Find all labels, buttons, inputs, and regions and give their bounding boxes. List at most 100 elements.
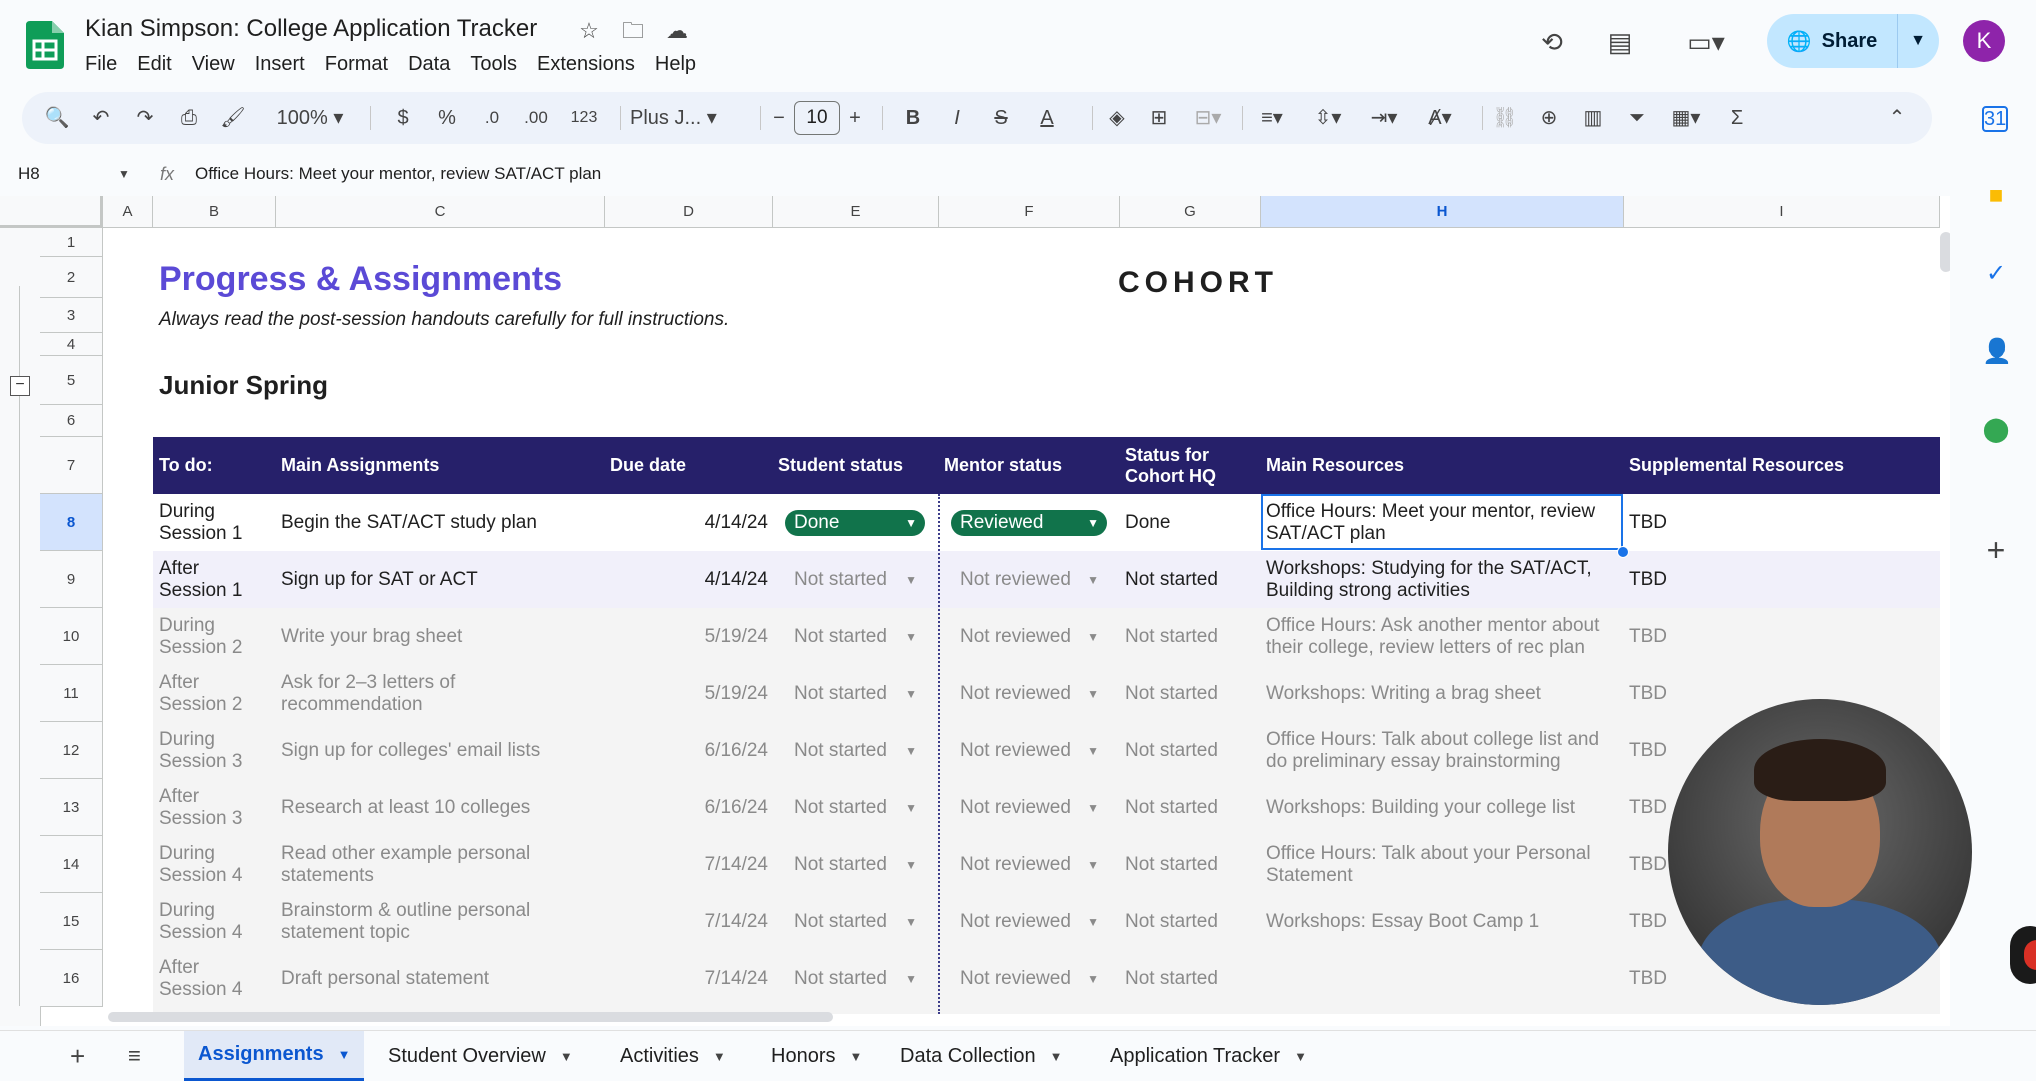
row-header-5[interactable]: 5	[40, 356, 103, 405]
row-header-8[interactable]: 8	[40, 494, 103, 551]
row-header-10[interactable]: 10	[40, 608, 103, 665]
text-rotation-icon[interactable]: Ⱥ▾	[1418, 92, 1462, 144]
cell-due[interactable]: 7/14/24	[610, 950, 768, 1007]
dropdown-caret-icon[interactable]: ▼	[905, 510, 917, 536]
cell-resources[interactable]	[1266, 950, 1616, 1007]
add-sheet-icon[interactable]: +	[70, 1031, 85, 1081]
text-color-icon[interactable]: A	[1030, 92, 1064, 144]
vertical-scrollbar[interactable]	[1940, 232, 1950, 272]
cell-hq[interactable]: Not started	[1125, 608, 1255, 665]
dropdown-caret-icon[interactable]: ▼	[1087, 909, 1099, 935]
student-status-dropdown[interactable]: Not started ▼	[785, 567, 925, 593]
redo-icon[interactable]: ↷	[130, 92, 160, 144]
tab-dropdown-icon[interactable]: ▼	[849, 1049, 862, 1064]
move-folder-icon[interactable]: 🗀	[620, 18, 646, 44]
student-status-dropdown[interactable]: Not started ▼	[785, 795, 925, 821]
font-size-input[interactable]: 10	[794, 101, 840, 135]
dropdown-caret-icon[interactable]: ▼	[905, 852, 917, 878]
cell-todo[interactable]: After Session 3	[159, 779, 269, 836]
dropdown-caret-icon[interactable]: ▼	[905, 909, 917, 935]
account-avatar[interactable]: K	[1963, 20, 2005, 62]
selected-cell-h8[interactable]	[1261, 494, 1623, 550]
menu-insert[interactable]: Insert	[255, 51, 315, 78]
cell-todo[interactable]: During Session 2	[159, 608, 269, 665]
cell-hq[interactable]: Not started	[1125, 950, 1255, 1007]
comments-icon[interactable]: ▤	[1600, 22, 1640, 62]
student-status-dropdown[interactable]: Done ▼	[785, 510, 925, 536]
menu-edit[interactable]: Edit	[137, 51, 181, 78]
row-header-11[interactable]: 11	[40, 665, 103, 722]
cloud-saved-icon[interactable]: ☁	[664, 18, 690, 44]
mentor-status-dropdown[interactable]: Not reviewed ▼	[951, 852, 1107, 878]
fill-handle[interactable]	[1617, 546, 1629, 558]
horizontal-align-icon[interactable]: ≡▾	[1250, 92, 1294, 144]
name-box[interactable]: H8 ▼	[18, 160, 130, 188]
mentor-status-dropdown[interactable]: Not reviewed ▼	[951, 738, 1107, 764]
dropdown-caret-icon[interactable]: ▼	[1087, 966, 1099, 992]
menu-tools[interactable]: Tools	[470, 51, 527, 78]
cell-assignment[interactable]: Research at least 10 colleges	[281, 779, 581, 836]
borders-icon[interactable]: ⊞	[1144, 92, 1174, 144]
print-icon[interactable]: ⎙	[174, 92, 204, 144]
cell-todo[interactable]: During Session 1	[159, 494, 269, 551]
cell-supp[interactable]: TBD	[1629, 494, 1749, 551]
menu-extensions[interactable]: Extensions	[537, 51, 645, 78]
contacts-icon[interactable]: 👤	[1982, 338, 2012, 366]
dropdown-caret-icon[interactable]: ▼	[1087, 852, 1099, 878]
mentor-status-dropdown[interactable]: Not reviewed ▼	[951, 567, 1107, 593]
column-header-h[interactable]: H	[1261, 196, 1624, 228]
cell-hq[interactable]: Not started	[1125, 665, 1255, 722]
filter-views-icon[interactable]: ▦▾	[1664, 92, 1708, 144]
insert-chart-icon[interactable]: ▥	[1578, 92, 1608, 144]
vertical-align-icon[interactable]: ⇳▾	[1306, 92, 1350, 144]
fill-color-icon[interactable]: ◈	[1102, 92, 1132, 144]
dropdown-caret-icon[interactable]: ▼	[905, 966, 917, 992]
dropdown-caret-icon[interactable]: ▼	[905, 738, 917, 764]
mentor-status-dropdown[interactable]: Not reviewed ▼	[951, 795, 1107, 821]
cell-due[interactable]: 5/19/24	[610, 608, 768, 665]
paint-format-icon[interactable]: 🖌	[218, 92, 248, 144]
document-title[interactable]: Kian Simpson: College Application Tracke…	[85, 15, 537, 43]
tab-dropdown-icon[interactable]: ▼	[338, 1047, 351, 1062]
row-header-2[interactable]: 2	[40, 257, 103, 298]
cell-due[interactable]: 6/16/24	[610, 779, 768, 836]
dropdown-caret-icon[interactable]: ▼	[905, 681, 917, 707]
cell-resources[interactable]: Workshops: Essay Boot Camp 1	[1266, 893, 1616, 950]
sheet-tab-application-tracker[interactable]: Application Tracker ▼	[1110, 1031, 1307, 1081]
functions-icon[interactable]: Σ	[1722, 92, 1752, 144]
cell-assignment[interactable]: Begin the SAT/ACT study plan	[281, 494, 581, 551]
cell-supp[interactable]: TBD	[1629, 608, 1749, 665]
dropdown-caret-icon[interactable]: ▼	[1087, 681, 1099, 707]
column-header-d[interactable]: D	[605, 196, 773, 228]
bold-icon[interactable]: B	[898, 92, 928, 144]
tab-dropdown-icon[interactable]: ▼	[560, 1049, 573, 1064]
row-header-15[interactable]: 15	[40, 893, 103, 950]
student-status-dropdown[interactable]: Not started ▼	[785, 966, 925, 992]
cell-resources[interactable]: Office Hours: Talk about your Personal S…	[1266, 836, 1616, 893]
cell-hq[interactable]: Not started	[1125, 836, 1255, 893]
increase-decimal-button[interactable]: .00	[516, 92, 556, 144]
row-header-9[interactable]: 9	[40, 551, 103, 608]
cell-todo[interactable]: After Session 1	[159, 551, 269, 608]
horizontal-scrollbar[interactable]	[108, 1012, 833, 1022]
cell-due[interactable]: 7/14/24	[610, 836, 768, 893]
keep-icon[interactable]: ■	[1982, 182, 2010, 210]
cell-assignment[interactable]: Draft personal statement	[281, 950, 581, 1007]
cell-hq[interactable]: Not started	[1125, 779, 1255, 836]
search-menus-icon[interactable]: 🔍	[42, 92, 72, 144]
cell-assignment[interactable]: Brainstorm & outline personal statement …	[281, 893, 581, 950]
calendar-icon[interactable]: 31	[1982, 106, 2008, 132]
menu-format[interactable]: Format	[325, 51, 398, 78]
font-family-select[interactable]: Plus J... ▾	[630, 92, 750, 144]
mentor-status-dropdown[interactable]: Not reviewed ▼	[951, 966, 1107, 992]
select-all-corner[interactable]	[0, 196, 103, 228]
text-wrapping-icon[interactable]: ⇥▾	[1362, 92, 1406, 144]
cell-todo[interactable]: During Session 4	[159, 836, 269, 893]
sheet-tab-data-collection[interactable]: Data Collection ▼	[900, 1031, 1063, 1081]
formula-input[interactable]: Office Hours: Meet your mentor, review S…	[195, 160, 601, 188]
student-status-dropdown[interactable]: Not started ▼	[785, 852, 925, 878]
share-button[interactable]: 🌐 Share ▼	[1767, 14, 1939, 68]
cell-todo[interactable]: After Session 4	[159, 950, 269, 1007]
undo-icon[interactable]: ↶	[86, 92, 116, 144]
sheet-tab-honors[interactable]: Honors ▼	[771, 1031, 862, 1081]
